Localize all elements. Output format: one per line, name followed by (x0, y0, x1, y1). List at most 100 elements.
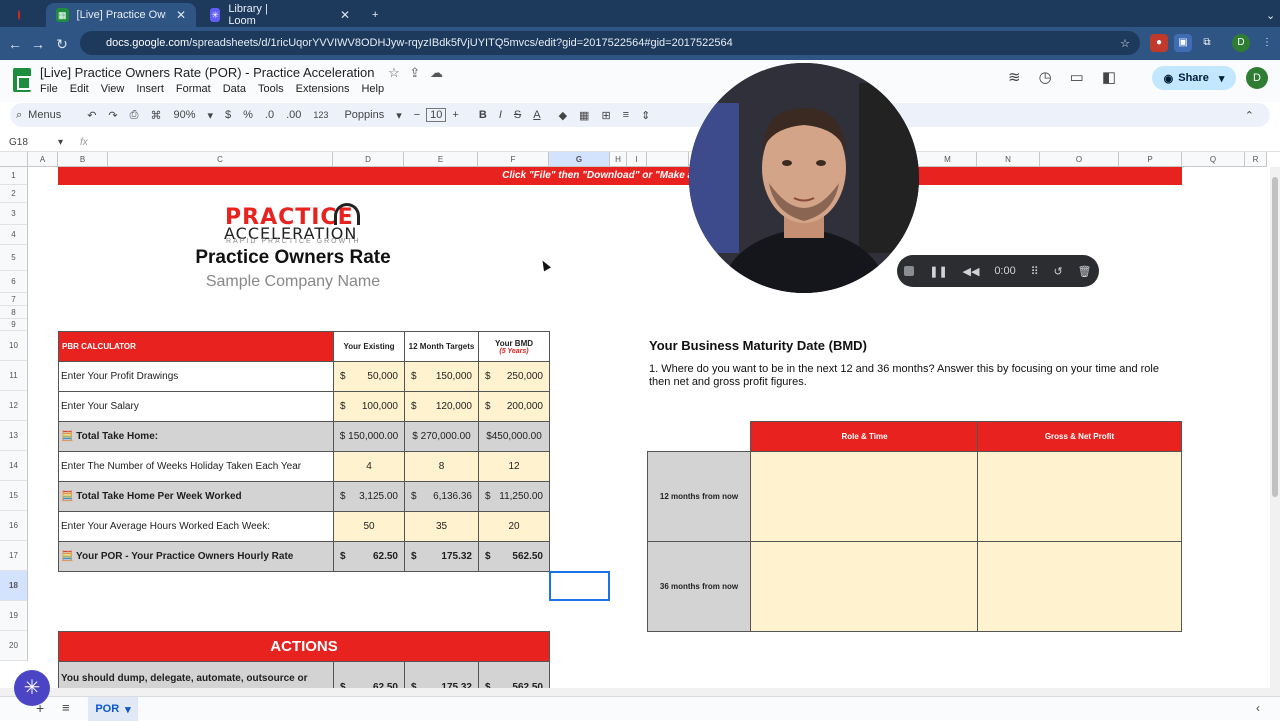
column-header[interactable]: I (627, 152, 647, 167)
row-header[interactable]: 3 (0, 203, 28, 225)
value-cell[interactable]: $62.50 (333, 541, 405, 572)
align-left-icon[interactable]: ≡ (623, 109, 629, 121)
font-size-minus-button[interactable]: − (414, 109, 420, 121)
column-header[interactable]: O (1040, 152, 1119, 167)
search-icon[interactable]: ⌕ (16, 109, 22, 122)
close-tab-icon[interactable]: ✕ (176, 8, 186, 22)
row-header[interactable]: 20 (0, 631, 28, 661)
browser-menu-icon[interactable]: ⋮ (1258, 34, 1276, 52)
column-header[interactable]: A (28, 152, 58, 167)
menu-tools[interactable]: Tools (258, 83, 284, 95)
column-header[interactable]: F (478, 152, 549, 167)
tab-loom[interactable]: ✳ Library | Loom ✕ (200, 3, 360, 27)
bmd-cell[interactable] (977, 451, 1182, 542)
horizontal-scrollbar[interactable] (0, 688, 1270, 696)
star-icon[interactable]: ☆ (388, 65, 400, 80)
value-cell[interactable]: 8 (404, 451, 479, 482)
value-cell[interactable]: 20 (478, 511, 550, 542)
row-header[interactable]: 9 (0, 319, 28, 331)
chevron-down-icon[interactable]: ▾ (207, 109, 213, 122)
row-header[interactable]: 1 (0, 167, 28, 185)
font-size-input[interactable]: 10 (426, 108, 447, 122)
print-icon[interactable]: ⎙ (130, 109, 139, 122)
drag-handle-icon[interactable]: ⠿ (1031, 265, 1039, 278)
redo-icon[interactable]: ↷ (108, 109, 117, 122)
bookmark-star-icon[interactable]: ☆ (1120, 37, 1130, 50)
select-all-corner[interactable] (0, 152, 28, 167)
collapse-panel-icon[interactable]: ‹ (1256, 701, 1260, 715)
menu-help[interactable]: Help (361, 83, 384, 95)
row-label[interactable]: 🧮 Your POR - Your Practice Owners Hourly… (58, 541, 334, 572)
menus-search[interactable]: Menus (28, 109, 61, 121)
row-label[interactable]: Enter Your Average Hours Worked Each Wee… (58, 511, 334, 542)
row-header[interactable]: 7 (0, 293, 28, 306)
close-tab-icon[interactable]: ✕ (340, 8, 350, 22)
menu-view[interactable]: View (101, 83, 125, 95)
tab-sheets[interactable]: ▦ [Live] Practice Owners Ra ✕ (46, 3, 196, 27)
row-header[interactable]: 14 (0, 451, 28, 481)
row-header[interactable]: 19 (0, 601, 28, 631)
zoom-select[interactable]: 90% (173, 109, 195, 121)
sheet-tab-por[interactable]: POR ▾ (88, 697, 138, 721)
new-tab-button[interactable]: + (362, 3, 388, 27)
column-header[interactable]: Q (1182, 152, 1245, 167)
column-header[interactable]: G (549, 152, 610, 167)
column-header[interactable]: M (919, 152, 977, 167)
value-cell[interactable]: 4 (333, 451, 405, 482)
stop-icon[interactable] (904, 266, 915, 276)
row-label[interactable]: Enter The Number of Weeks Holiday Taken … (58, 451, 334, 482)
value-cell[interactable]: $ 150,000.00 (333, 421, 405, 452)
restart-icon[interactable]: ↺ (1053, 265, 1062, 278)
row-header[interactable]: 16 (0, 511, 28, 541)
value-cell[interactable]: $3,125.00 (333, 481, 405, 512)
value-cell[interactable]: $175.32 (404, 541, 479, 572)
history-icon[interactable]: ◷ (1039, 68, 1052, 86)
forward-icon[interactable]: → (28, 34, 48, 54)
column-header[interactable]: D (333, 152, 404, 167)
column-header[interactable]: H (610, 152, 627, 167)
value-cell[interactable]: $250,000 (478, 361, 550, 392)
bmd-cell[interactable] (750, 541, 979, 632)
value-cell[interactable]: $11,250.00 (478, 481, 550, 512)
row-header[interactable]: 4 (0, 225, 28, 245)
move-icon[interactable]: ⇪ (409, 65, 420, 80)
italic-button[interactable]: I (499, 109, 502, 121)
present-icon[interactable]: ≋ (1008, 68, 1021, 86)
bmd-row-12-months[interactable]: 12 months from now (647, 451, 751, 542)
column-header[interactable]: C (108, 152, 333, 167)
chevron-down-icon[interactable]: ▾ (1219, 72, 1225, 85)
row-header[interactable]: 17 (0, 541, 28, 571)
value-cell[interactable]: $ 270,000.00 (404, 421, 479, 452)
bmd-col-profit[interactable]: Gross & Net Profit (977, 421, 1182, 452)
font-size-plus-button[interactable]: + (452, 109, 458, 121)
value-cell[interactable]: $120,000 (404, 391, 479, 422)
number-format-button[interactable]: 123 (313, 110, 328, 120)
actions-header[interactable]: ACTIONS (58, 631, 550, 662)
value-cell[interactable]: $562.50 (478, 541, 550, 572)
percent-format-button[interactable]: % (243, 109, 253, 121)
fill-color-icon[interactable]: ◆ (559, 109, 567, 122)
calc-header[interactable]: PBR CALCULATOR (58, 331, 334, 362)
sheets-logo-icon[interactable] (13, 68, 31, 92)
menu-extensions[interactable]: Extensions (296, 83, 350, 95)
profile-avatar[interactable]: D (1232, 34, 1250, 52)
scrollbar-thumb[interactable] (1272, 177, 1278, 497)
rewind-icon[interactable]: ◀◀ (963, 265, 980, 278)
trash-icon[interactable]: 🗑 (1078, 265, 1092, 278)
meet-icon[interactable]: ◧ (1102, 68, 1116, 86)
puzzle-icon[interactable]: ⧉ (1198, 34, 1216, 52)
menu-insert[interactable]: Insert (136, 83, 164, 95)
bmd-row-36-months[interactable]: 36 months from now (647, 541, 751, 632)
vertical-scrollbar[interactable] (1270, 167, 1280, 696)
selected-cell-g18[interactable] (549, 571, 610, 601)
row-header[interactable]: 2 (0, 185, 28, 203)
row-header[interactable]: 15 (0, 481, 28, 511)
col-existing-header[interactable]: Your Existing (333, 331, 405, 362)
value-cell[interactable]: $100,000 (333, 391, 405, 422)
bmd-cell[interactable] (750, 451, 979, 542)
bmd-col-role-time[interactable]: Role & Time (750, 421, 979, 452)
increase-decimal-button[interactable]: .00 (286, 109, 301, 121)
text-color-button[interactable]: A (533, 109, 540, 121)
undo-icon[interactable]: ↶ (87, 109, 96, 122)
value-cell[interactable]: $450,000.00 (478, 421, 550, 452)
